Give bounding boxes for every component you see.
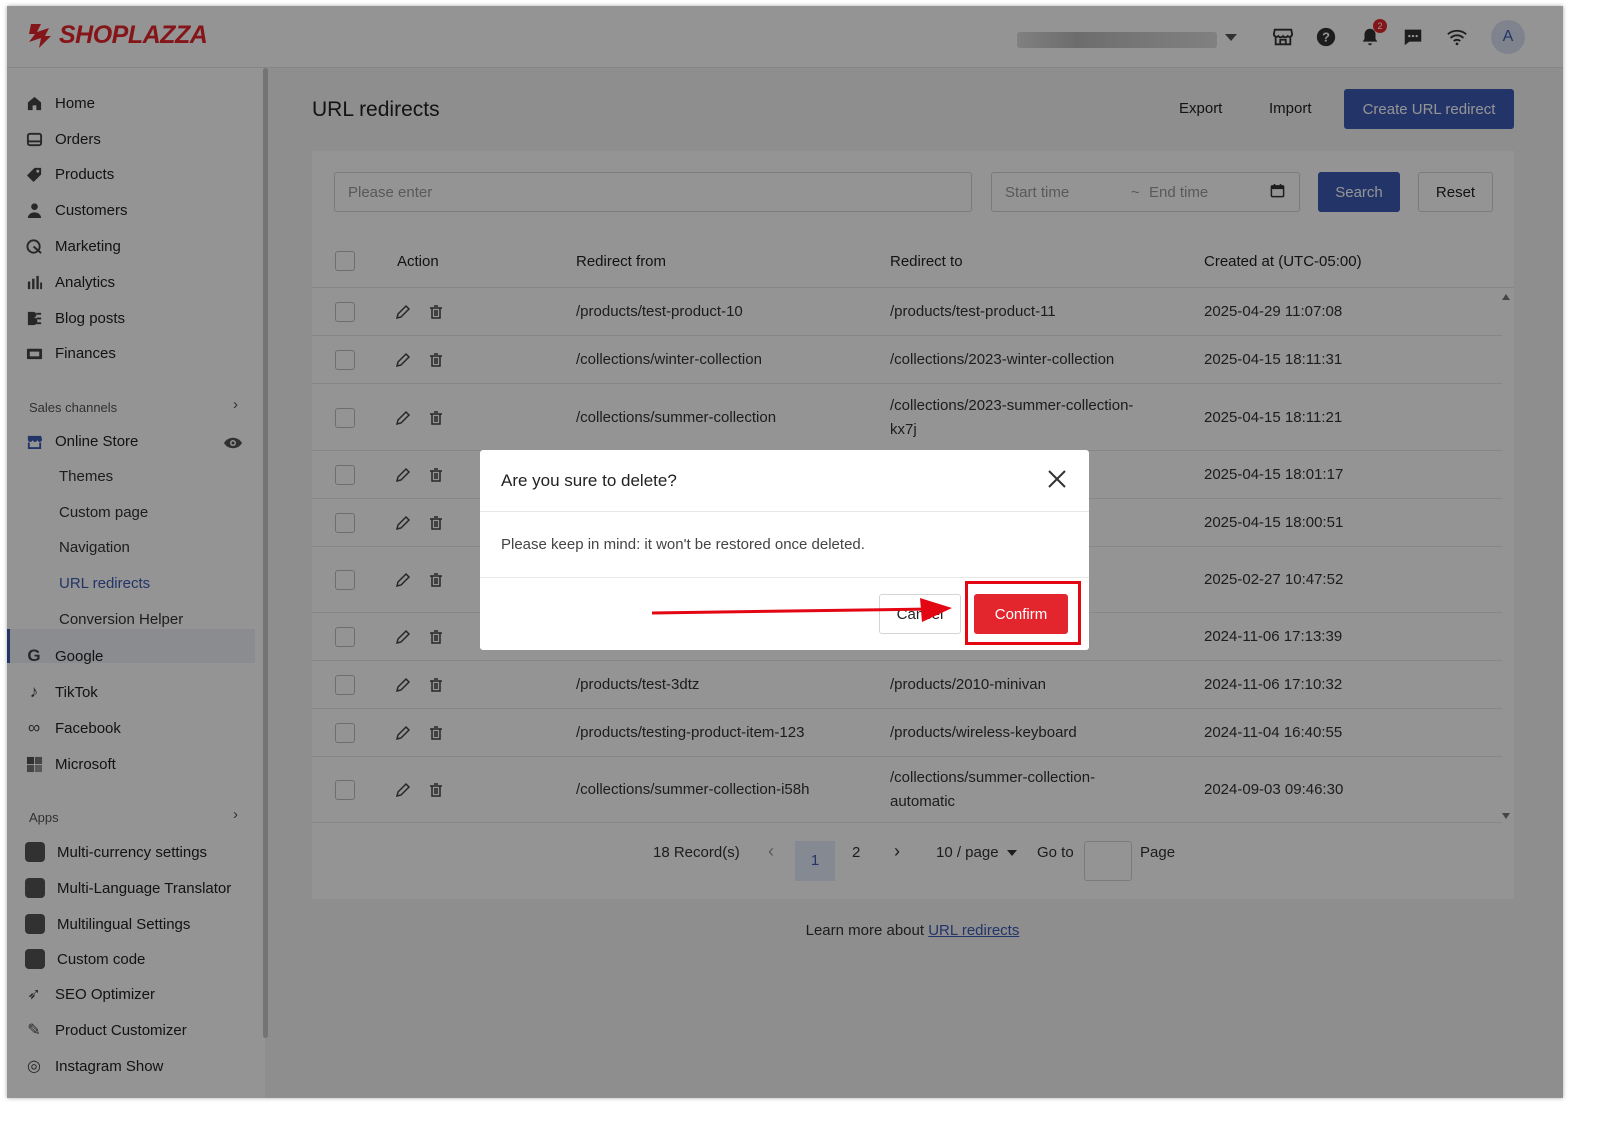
confirm-highlight-box xyxy=(965,581,1081,645)
dialog-title: Are you sure to delete? xyxy=(501,471,677,490)
pointer-arrow-icon xyxy=(652,598,952,622)
dialog-divider xyxy=(480,577,1089,578)
dialog-message: Please keep in mind: it won't be restore… xyxy=(501,536,865,553)
close-icon[interactable] xyxy=(1046,468,1068,490)
app-window: SHOPLAZZA ? 2 A Home Orders Products Cus… xyxy=(7,6,1563,1098)
dialog-divider xyxy=(480,511,1089,512)
